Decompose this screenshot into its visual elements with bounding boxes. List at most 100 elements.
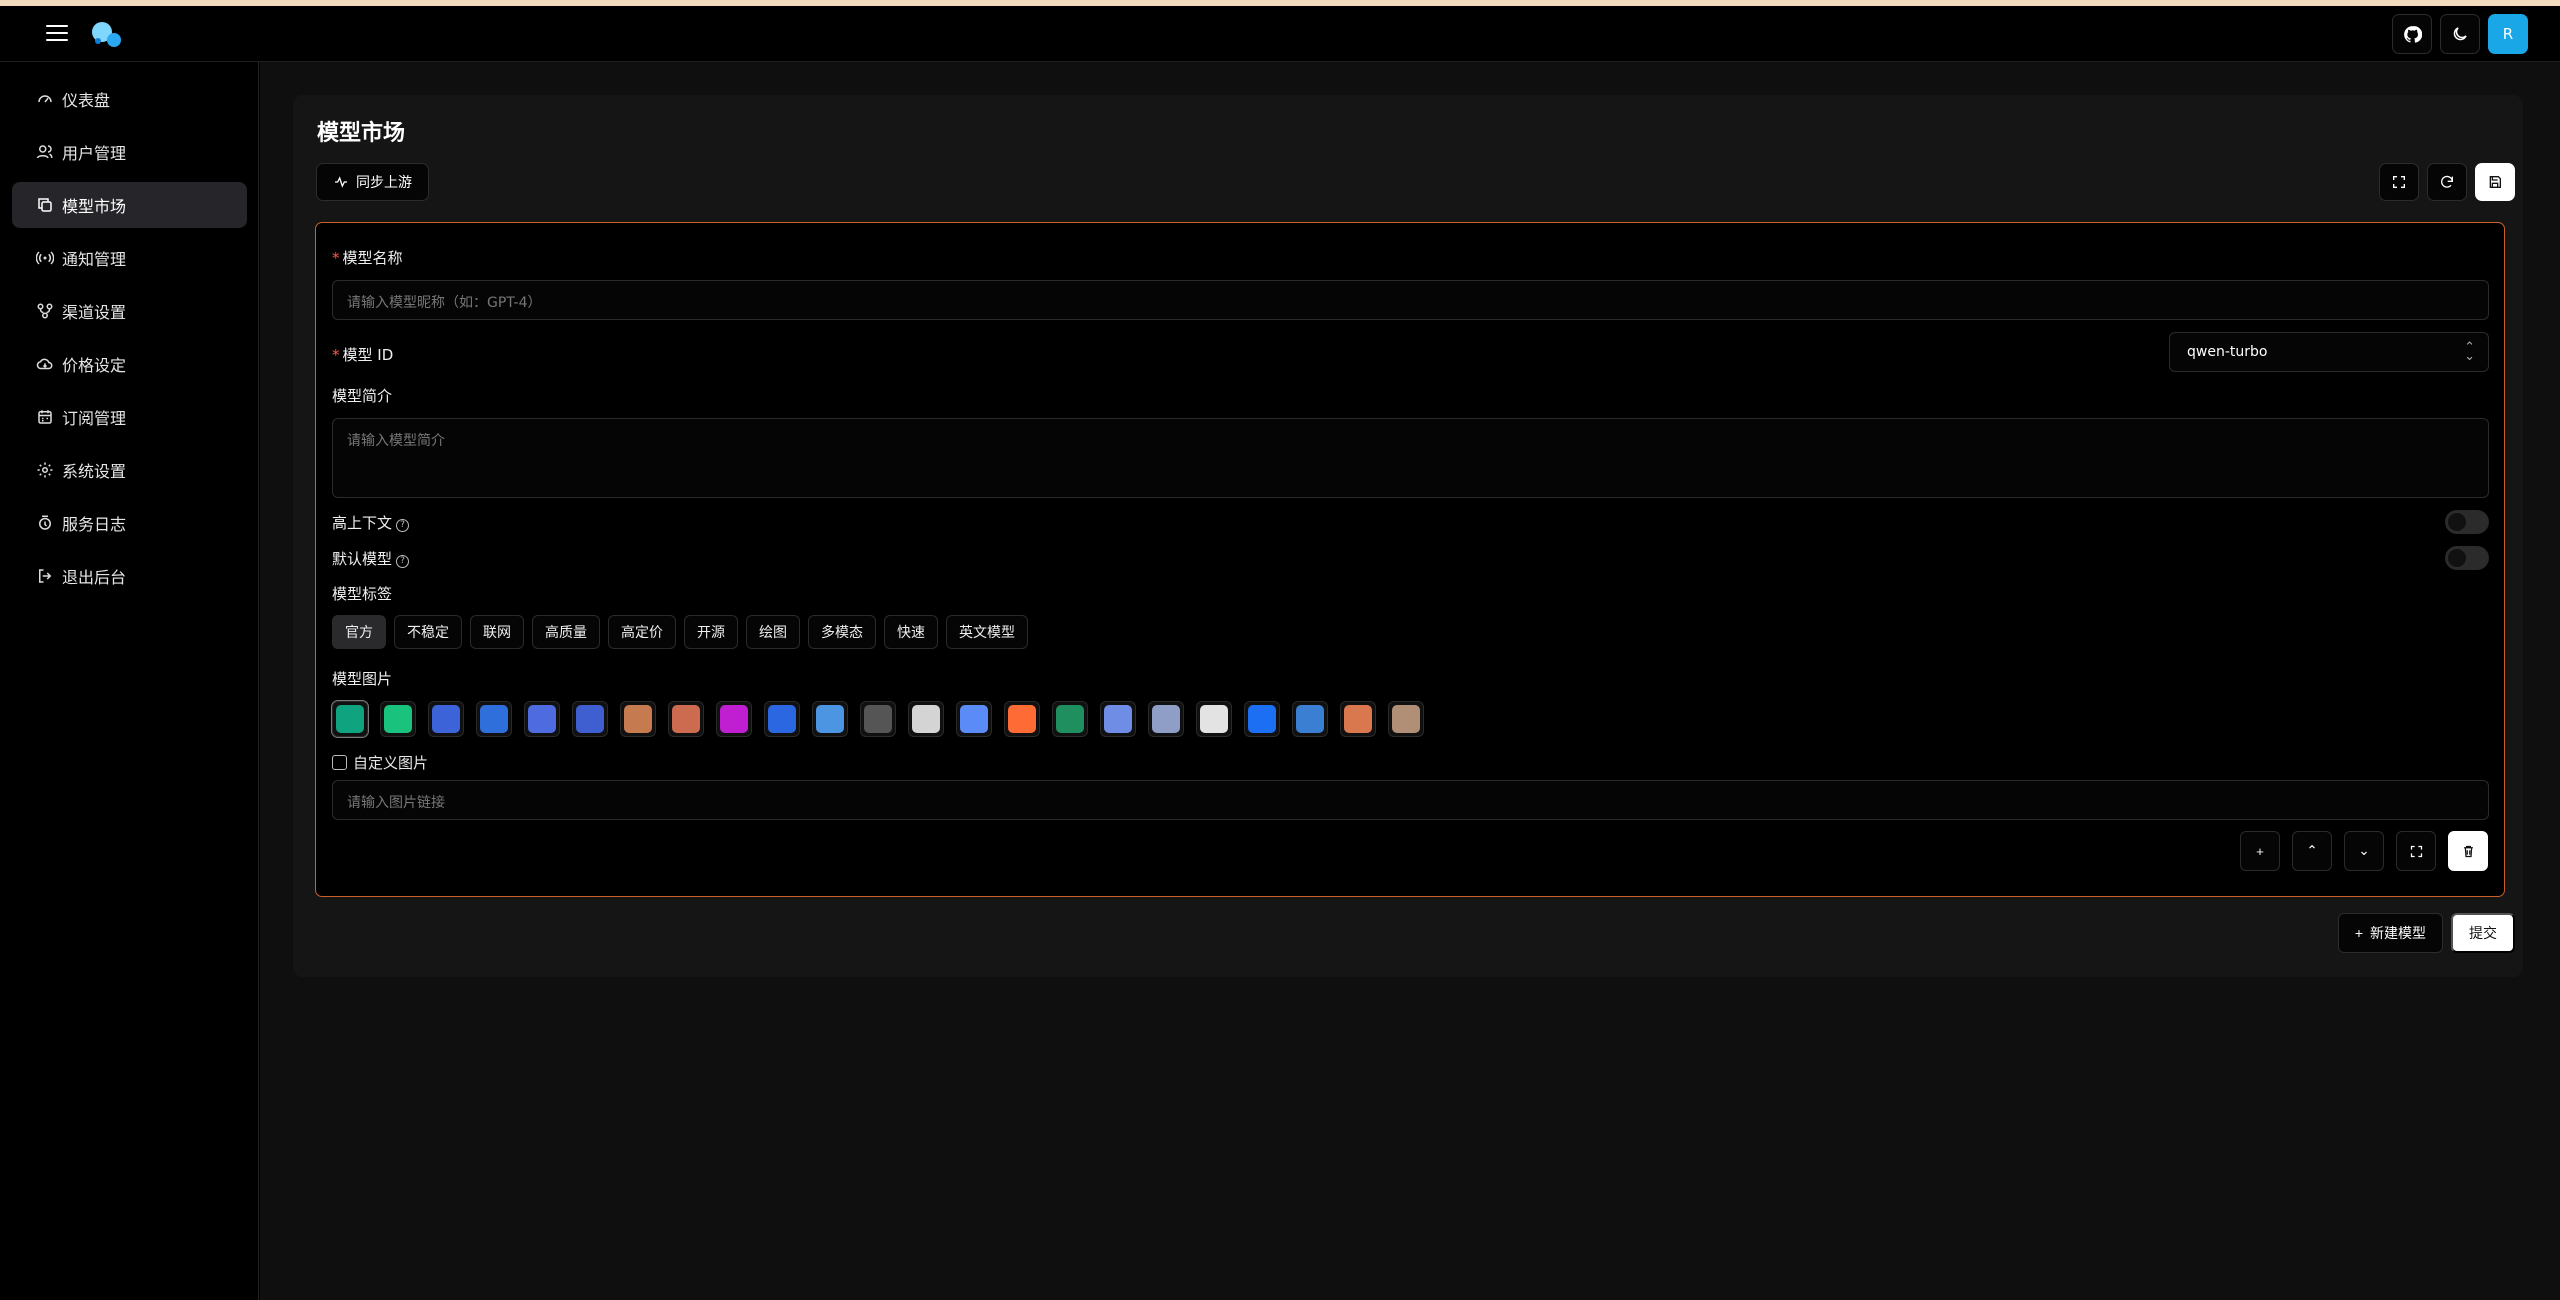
model-name-input[interactable]: 请输入模型昵称（如：GPT-4） xyxy=(332,280,2489,320)
model-image-option[interactable] xyxy=(764,701,800,737)
model-image-option[interactable] xyxy=(572,701,608,737)
sidebar-item-notifications[interactable]: 通知管理 xyxy=(12,235,247,281)
new-model-button[interactable]: + 新建模型 xyxy=(2337,913,2443,953)
move-down-button[interactable]: ⌄ xyxy=(2344,831,2384,871)
github-button[interactable] xyxy=(2392,14,2432,54)
model-image-option[interactable] xyxy=(1292,701,1328,737)
logout-icon xyxy=(39,569,52,583)
default-model-switch[interactable] xyxy=(2445,546,2489,570)
tag-high-quality[interactable]: 高质量 xyxy=(532,615,600,649)
gear-icon xyxy=(37,462,53,478)
sidebar-item-system-settings[interactable]: 系统设置 xyxy=(12,447,247,493)
model-image-option[interactable] xyxy=(716,701,752,737)
model-image-option[interactable] xyxy=(668,701,704,737)
model-image-option[interactable] xyxy=(860,701,896,737)
move-up-button[interactable]: ⌃ xyxy=(2292,831,2332,871)
tag-multimodal[interactable]: 多模态 xyxy=(808,615,876,649)
model-image-option[interactable] xyxy=(1100,701,1136,737)
custom-image-checkbox[interactable] xyxy=(332,755,347,770)
custom-image-row: 自定义图片 xyxy=(332,752,428,773)
tag-open-source[interactable]: 开源 xyxy=(684,615,738,649)
model-image-option[interactable] xyxy=(1388,701,1424,737)
model-name-label: * 模型名称 xyxy=(332,249,403,267)
model-image-option[interactable] xyxy=(812,701,848,737)
model-logo-icon xyxy=(1152,705,1180,733)
app-logo-icon xyxy=(92,22,121,47)
sidebar-item-dashboard[interactable]: 仪表盘 xyxy=(12,76,247,122)
tag-official[interactable]: 官方 xyxy=(332,615,386,649)
model-image-option[interactable] xyxy=(476,701,512,737)
sidebar-item-label: 通知管理 xyxy=(62,250,127,269)
model-image-option[interactable] xyxy=(1052,701,1088,737)
save-icon xyxy=(2489,176,2501,188)
tag-unstable[interactable]: 不稳定 xyxy=(394,615,462,649)
model-logo-icon xyxy=(576,705,604,733)
sidebar-item-label: 仪表盘 xyxy=(62,91,111,110)
refresh-button[interactable] xyxy=(2427,163,2467,201)
main-content: 模型市场 同步上游 * 模型名称 请输入模型昵称（如：GPT-4） * 模型 ID … xyxy=(260,62,2560,1300)
sidebar-item-logout[interactable]: 退出后台 xyxy=(12,553,247,599)
model-image-options xyxy=(331,700,1424,738)
tag-english-model[interactable]: 英文模型 xyxy=(946,615,1028,649)
save-button[interactable] xyxy=(2475,163,2515,201)
model-image-option[interactable] xyxy=(1196,701,1232,737)
model-logo-icon xyxy=(672,705,700,733)
tag-fast[interactable]: 快速 xyxy=(884,615,938,649)
model-logo-icon xyxy=(1248,705,1276,733)
sidebar-item-label: 渠道设置 xyxy=(62,303,127,322)
sidebar-item-model-market[interactable]: 模型市场 xyxy=(12,182,247,228)
model-logo-icon xyxy=(1056,705,1084,733)
model-logo-icon xyxy=(1008,705,1036,733)
sidebar: 仪表盘 用户管理 模型市场 通知管理 渠道设置 价格设定 订阅管理 系统设置 服… xyxy=(0,62,259,1300)
fullscreen-button[interactable] xyxy=(2379,163,2419,201)
calendar-icon xyxy=(38,410,52,424)
model-description-textarea[interactable]: 请输入模型简介 xyxy=(332,418,2489,498)
image-url-input[interactable]: 请输入图片链接 xyxy=(332,780,2489,820)
activity-icon xyxy=(335,176,347,188)
add-button[interactable]: + xyxy=(2240,831,2280,871)
menu-toggle-icon[interactable] xyxy=(46,22,68,44)
model-image-option[interactable] xyxy=(331,700,369,738)
sync-upstream-button[interactable]: 同步上游 xyxy=(316,163,429,201)
theme-toggle-button[interactable] xyxy=(2440,14,2480,54)
sidebar-item-service-logs[interactable]: 服务日志 xyxy=(12,500,247,546)
model-image-option[interactable] xyxy=(380,701,416,737)
trash-icon xyxy=(2463,845,2473,857)
top-navigation-bar: R xyxy=(0,6,2560,62)
model-id-selected-value: qwen-turbo xyxy=(2187,344,2268,360)
sidebar-item-user-management[interactable]: 用户管理 xyxy=(12,129,247,175)
submit-button[interactable]: 提交 xyxy=(2451,913,2515,953)
model-logo-icon xyxy=(768,705,796,733)
model-image-option[interactable] xyxy=(1244,701,1280,737)
model-image-option[interactable] xyxy=(908,701,944,737)
sidebar-nav: 仪表盘 用户管理 模型市场 通知管理 渠道设置 价格设定 订阅管理 系统设置 服… xyxy=(12,76,247,606)
sidebar-item-label: 系统设置 xyxy=(62,462,127,481)
delete-button[interactable] xyxy=(2448,831,2488,871)
branch-icon xyxy=(37,303,53,319)
model-logo-icon xyxy=(432,705,460,733)
model-image-option[interactable] xyxy=(956,701,992,737)
sidebar-item-label: 服务日志 xyxy=(62,515,127,534)
model-images-label: 模型图片 xyxy=(332,670,393,688)
sidebar-item-label: 价格设定 xyxy=(62,356,127,375)
expand-button[interactable] xyxy=(2396,831,2436,871)
model-logo-icon xyxy=(1200,705,1228,733)
model-image-option[interactable] xyxy=(1148,701,1184,737)
model-logo-icon xyxy=(912,705,940,733)
user-avatar[interactable]: R xyxy=(2488,14,2528,54)
model-logo-icon xyxy=(864,705,892,733)
tag-drawing[interactable]: 绘图 xyxy=(746,615,800,649)
model-image-option[interactable] xyxy=(1340,701,1376,737)
sidebar-item-channel-settings[interactable]: 渠道设置 xyxy=(12,288,247,334)
high-context-switch[interactable] xyxy=(2445,510,2489,534)
model-id-select[interactable]: qwen-turbo ⌃ ⌄ xyxy=(2169,332,2489,372)
tag-high-price[interactable]: 高定价 xyxy=(608,615,676,649)
sidebar-item-pricing[interactable]: 价格设定 xyxy=(12,341,247,387)
chevron-up-icon: ⌃ xyxy=(2306,843,2318,858)
model-image-option[interactable] xyxy=(524,701,560,737)
model-image-option[interactable] xyxy=(1004,701,1040,737)
model-image-option[interactable] xyxy=(428,701,464,737)
sidebar-item-subscriptions[interactable]: 订阅管理 xyxy=(12,394,247,440)
model-image-option[interactable] xyxy=(620,701,656,737)
tag-online[interactable]: 联网 xyxy=(470,615,524,649)
